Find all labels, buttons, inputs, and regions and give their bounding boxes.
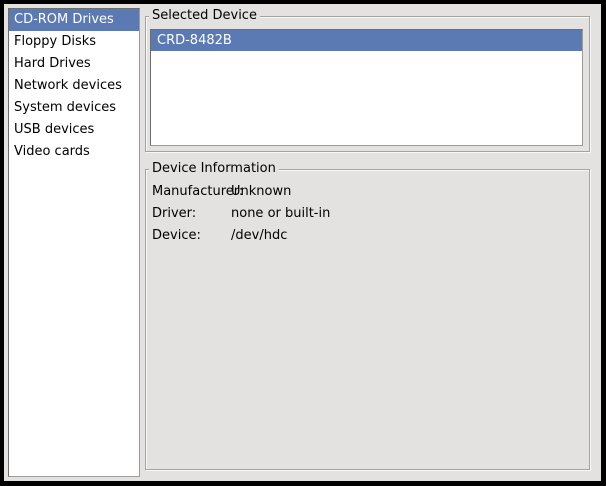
device-information-frame-title: Device Information bbox=[149, 161, 279, 177]
manufacturer-label: Manufacturer: bbox=[152, 181, 231, 203]
selected-device-list: CRD-8482B bbox=[150, 29, 583, 146]
selected-device-frame-title: Selected Device bbox=[149, 8, 260, 24]
device-value: /dev/hdc bbox=[231, 225, 583, 247]
category-item-hard-drives[interactable]: Hard Drives bbox=[9, 53, 139, 75]
selected-device-frame: Selected Device CRD-8482B bbox=[145, 8, 590, 152]
device-information-frame: Device Information Manufacturer: Unknown… bbox=[145, 161, 590, 470]
category-item-floppy-disks[interactable]: Floppy Disks bbox=[9, 31, 139, 53]
hardware-browser-window: CD-ROM Drives Floppy Disks Hard Drives N… bbox=[0, 0, 606, 486]
info-row-driver: Driver: none or built-in bbox=[152, 203, 583, 225]
device-information-rows: Manufacturer: Unknown Driver: none or bu… bbox=[152, 181, 583, 247]
driver-value: none or built-in bbox=[231, 203, 583, 225]
category-item-system-devices[interactable]: System devices bbox=[9, 97, 139, 119]
category-item-network-devices[interactable]: Network devices bbox=[9, 75, 139, 97]
category-item-usb-devices[interactable]: USB devices bbox=[9, 119, 139, 141]
device-list-item-crd-8482b[interactable]: CRD-8482B bbox=[151, 30, 582, 51]
driver-label: Driver: bbox=[152, 203, 231, 225]
manufacturer-value: Unknown bbox=[231, 181, 583, 203]
info-row-device: Device: /dev/hdc bbox=[152, 225, 583, 247]
info-row-manufacturer: Manufacturer: Unknown bbox=[152, 181, 583, 203]
category-item-cd-rom-drives[interactable]: CD-ROM Drives bbox=[9, 9, 139, 31]
device-category-list: CD-ROM Drives Floppy Disks Hard Drives N… bbox=[8, 8, 140, 477]
device-label: Device: bbox=[152, 225, 231, 247]
category-item-video-cards[interactable]: Video cards bbox=[9, 141, 139, 163]
